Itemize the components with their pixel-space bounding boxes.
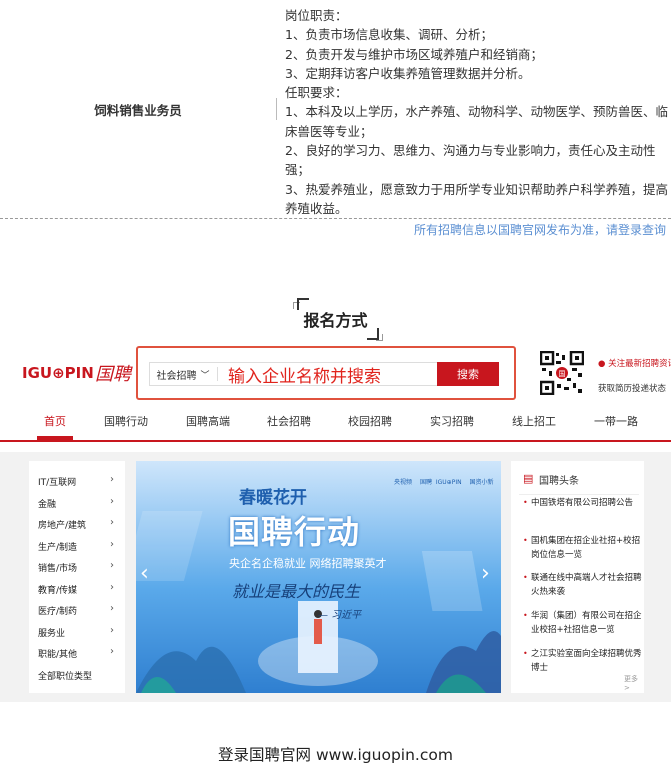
hero-banner[interactable]: 春暖花开 央视频 国聘 IGU⊕PIN 国资小新 国聘行动 央企名企稳就业 网络… bbox=[136, 461, 501, 693]
qr-caption-text: 关注最新招聘资讯 bbox=[608, 359, 671, 369]
bullet-icon: • bbox=[523, 611, 528, 620]
nav-intern-recruit[interactable]: 实习招聘 bbox=[430, 413, 474, 429]
partner-logo: IGU⊕PIN bbox=[435, 479, 462, 486]
news-item[interactable]: 联通在线中高端人才社会招聘火热来袭 bbox=[531, 571, 643, 599]
search-button[interactable]: 搜索 bbox=[437, 362, 499, 386]
svg-text:国: 国 bbox=[559, 370, 566, 378]
banner-subtitle: 央企名企稳就业 网络招聘聚英才 bbox=[229, 557, 387, 570]
banner-headline: 春暖花开 bbox=[239, 488, 307, 508]
qr-code-icon: 国 bbox=[540, 351, 584, 395]
partner-logo: 国聘 bbox=[419, 479, 432, 486]
desc-line: 2、负责开发与维护市场区域养殖户和经销商； bbox=[285, 46, 543, 62]
banner-quote-author: — 习近平 bbox=[318, 610, 362, 621]
chevron-right-icon: › bbox=[110, 496, 114, 507]
chevron-right-icon: › bbox=[110, 582, 114, 593]
partner-logo: 央视频 bbox=[394, 479, 413, 486]
bullet-icon: • bbox=[523, 573, 528, 582]
category-item[interactable]: 服务业 bbox=[38, 626, 65, 639]
news-item[interactable]: 中国铁塔有限公司招聘公告 bbox=[531, 496, 643, 510]
select-label: 社会招聘 bbox=[156, 370, 197, 382]
category-item[interactable]: 生产/制造 bbox=[38, 540, 77, 553]
site-logo[interactable]: IGU⊕PIN bbox=[22, 364, 94, 382]
chevron-right-icon: › bbox=[110, 625, 114, 636]
category-item[interactable]: 医疗/制药 bbox=[38, 604, 77, 617]
news-item[interactable]: 华润（集团）有限公司在招企业校招+社招信息一览 bbox=[531, 609, 643, 637]
news-item[interactable]: 之江实验室面向全球招聘优秀博士 bbox=[531, 647, 643, 675]
news-panel: ▤ 国聘头条 • 中国铁塔有限公司招聘公告 • 国机集团在招企业社招+校招岗位信… bbox=[511, 461, 644, 693]
chevron-right-icon: › bbox=[110, 517, 114, 528]
bullet-icon: • bbox=[523, 498, 528, 507]
banner-partner-logos: 央视频 国聘 IGU⊕PIN 国资小新 bbox=[394, 477, 494, 486]
banner-quote: 就业是最大的民生 bbox=[232, 582, 361, 601]
desc-line: 3、定期拜访客户收集养殖管理数据并分析。 bbox=[285, 65, 531, 81]
corner-decoration bbox=[376, 334, 383, 341]
chevron-left-icon[interactable]: ‹ bbox=[140, 561, 149, 586]
banner-main-title: 国聘行动 bbox=[228, 513, 361, 551]
news-more-link[interactable]: 更多 > bbox=[624, 674, 644, 692]
bullet-icon: • bbox=[523, 649, 528, 658]
partner-logo: 国资小新 bbox=[469, 479, 494, 486]
chevron-right-icon: › bbox=[110, 603, 114, 614]
search-input[interactable]: 输入企业名称并搜索 bbox=[228, 362, 381, 387]
nav-guopin-highend[interactable]: 国聘高端 bbox=[186, 413, 230, 429]
desc-line: 1、负责市场信息收集、调研、分析； bbox=[285, 27, 493, 43]
job-title: 饲料销售业务员 bbox=[94, 102, 182, 118]
desc-line: 2、良好的学习力、思维力、沟通力与专业影响力，责任心及主动性强； bbox=[285, 143, 656, 178]
bell-icon: ● bbox=[598, 359, 606, 369]
nav-home[interactable]: 首页 bbox=[44, 413, 66, 429]
category-item[interactable]: 职能/其他 bbox=[38, 647, 77, 660]
search-category-select[interactable]: 社会招聘 ﹀ bbox=[150, 363, 216, 385]
category-item[interactable]: 金融 bbox=[38, 497, 56, 510]
search-separator bbox=[217, 367, 218, 381]
chevron-down-icon: ﹀ bbox=[200, 370, 210, 381]
category-item[interactable]: 教育/传媒 bbox=[38, 583, 77, 596]
section-title: 报名方式 bbox=[303, 311, 368, 330]
site-logo-calligraphy[interactable]: 国聘 bbox=[95, 360, 131, 386]
qr-caption-status: 获取简历投递状态 bbox=[598, 384, 667, 394]
chevron-right-icon: › bbox=[110, 474, 114, 485]
news-item[interactable]: 国机集团在招企业社招+校招岗位信息一览 bbox=[531, 534, 643, 562]
desc-line: 3、热爱养殖业，愿意致力于用所学专业知识帮助养户科学养殖，提高养殖收益。 bbox=[285, 181, 668, 216]
category-panel: IT/互联网 › 金融 › 房地产/建筑 › 生产/制造 › 销售/市场 › 教育/传媒 ›… bbox=[29, 461, 125, 693]
column-divider bbox=[276, 98, 277, 120]
category-item[interactable]: IT/互联网 bbox=[38, 475, 76, 488]
news-divider bbox=[519, 494, 639, 495]
document-icon: ▤ bbox=[523, 472, 534, 485]
notice-link[interactable]: 所有招聘信息以国聘官网发布为准，请登录查询 bbox=[414, 221, 666, 238]
bullet-icon: • bbox=[523, 536, 528, 545]
category-item[interactable]: 销售/市场 bbox=[38, 561, 77, 574]
nav-underline bbox=[0, 440, 671, 442]
nav-campus-recruit[interactable]: 校园招聘 bbox=[348, 413, 392, 429]
nav-guopin-action[interactable]: 国聘行动 bbox=[104, 413, 148, 429]
chevron-right-icon: › bbox=[110, 539, 114, 550]
footer-caption: 登录国聘官网 www.iguopin.com bbox=[218, 746, 453, 764]
job-description: 岗位职责： 1、负责市场信息收集、调研、分析； 2、负责开发与维护市场区域养殖户… bbox=[285, 6, 671, 218]
nav-belt-road[interactable]: 一带一路 bbox=[594, 413, 638, 429]
chevron-right-icon: › bbox=[110, 560, 114, 571]
nav-social-recruit[interactable]: 社会招聘 bbox=[267, 413, 311, 429]
nav-online-worker[interactable]: 线上招工 bbox=[512, 413, 556, 429]
category-item[interactable]: 房地产/建筑 bbox=[38, 518, 86, 531]
desc-line: 任职要求： bbox=[285, 85, 348, 101]
desc-line: 1、本科及以上学历，水产养殖、动物科学、动物医学、预防兽医、临床兽医等专业； bbox=[285, 104, 668, 139]
chevron-right-icon: › bbox=[110, 646, 114, 657]
desc-line: 岗位职责： bbox=[285, 8, 348, 23]
category-item-all[interactable]: 全部职位类型 bbox=[38, 669, 92, 682]
main-nav: 首页 国聘行动 国聘高端 社会招聘 校园招聘 实习招聘 线上招工 一带一路 bbox=[0, 413, 671, 443]
news-heading: 国聘头条 bbox=[539, 476, 579, 487]
banner-artwork bbox=[136, 461, 501, 693]
dashed-divider bbox=[0, 218, 671, 219]
qr-caption-follow: ● 关注最新招聘资讯 bbox=[598, 357, 671, 369]
chevron-right-icon[interactable]: › bbox=[481, 561, 490, 586]
